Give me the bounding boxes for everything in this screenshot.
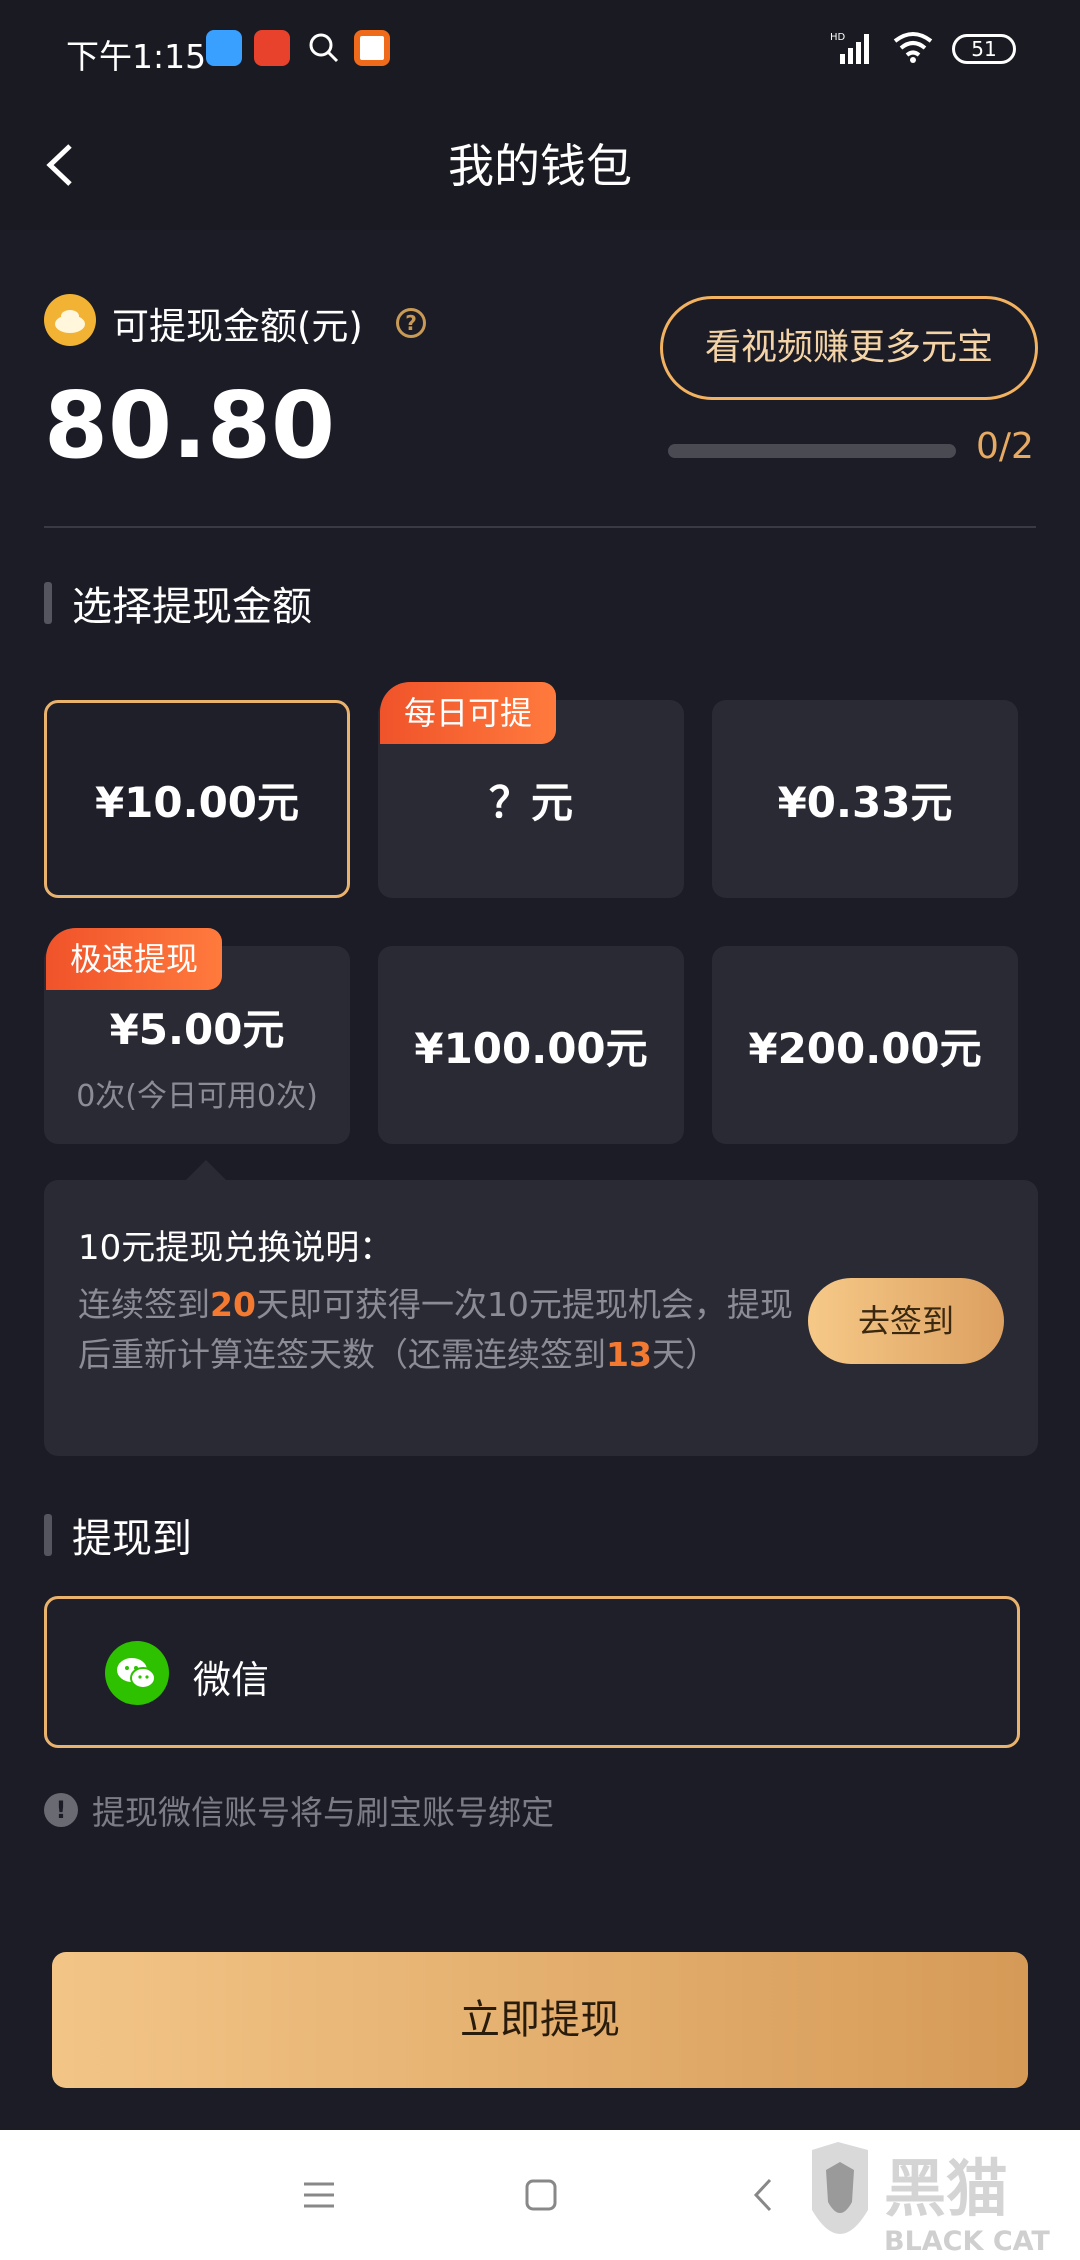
network-type-label: HD	[830, 32, 846, 43]
app-notification-icon-red	[254, 30, 290, 66]
balance-value: 80.80	[44, 372, 336, 479]
header: 我的钱包	[0, 100, 1080, 230]
warning-icon: !	[44, 1793, 78, 1827]
amount-option-value: ？元	[488, 777, 573, 827]
svg-text:黑猫: 黑猫	[884, 2152, 1008, 2225]
explanation-text: 连续签到20天即可获得一次10元提现机会，提现后重新计算连签天数（还需连续签到1…	[78, 1280, 798, 1380]
status-indicators: HD 51	[830, 30, 1016, 68]
status-time: 下午1:15	[66, 37, 207, 76]
divider	[44, 526, 1036, 528]
explanation-text-part: 连续签到	[78, 1285, 210, 1324]
amount-option-value: ¥10.00元	[94, 777, 300, 827]
heading-marker	[44, 1514, 52, 1556]
amount-option-usage: 0次(今日可用0次)	[76, 1078, 318, 1114]
coin-icon	[44, 294, 96, 346]
amount-option-200[interactable]: ¥200.00元	[712, 946, 1018, 1144]
app-notification-icon-blue	[206, 30, 242, 66]
amount-option-value: ¥100.00元	[414, 1023, 648, 1073]
amount-option-value: ¥0.33元	[777, 777, 953, 827]
app-notification-icon-orange	[354, 30, 390, 66]
amount-option-value: ¥200.00元	[748, 1023, 982, 1073]
select-amount-heading: 选择提现金额	[44, 574, 312, 632]
daily-withdraw-tag: 每日可提	[380, 682, 557, 744]
wechat-payment-option[interactable]: 微信	[44, 1596, 1020, 1748]
amount-option-0-33[interactable]: ¥0.33元	[712, 700, 1018, 898]
video-progress-text: 0/2	[976, 426, 1034, 467]
days-required: 20	[210, 1285, 256, 1324]
signal-icon: HD	[830, 30, 874, 68]
withdraw-to-heading: 提现到	[44, 1506, 192, 1564]
binding-notice: ! 提现微信账号将与刷宝账号绑定	[44, 1786, 554, 1834]
search-icon	[306, 30, 342, 66]
video-progress-bar	[668, 444, 956, 458]
amount-option-value: ¥5.00元	[109, 1004, 285, 1054]
amount-option-100[interactable]: ¥100.00元	[378, 946, 684, 1144]
wechat-label: 微信	[193, 1658, 270, 1702]
wechat-icon	[105, 1641, 169, 1705]
explanation-pointer	[184, 1160, 228, 1182]
home-icon[interactable]	[514, 2168, 568, 2222]
fast-withdraw-tag: 极速提现	[46, 928, 223, 990]
svg-text:BLACK CAT: BLACK CAT	[884, 2226, 1050, 2257]
balance-label: 可提现金额(元)	[112, 305, 363, 348]
binding-notice-text: 提现微信账号将与刷宝账号绑定	[92, 1793, 554, 1832]
black-cat-watermark-logo: 黑猫 BLACK CAT	[808, 2140, 1080, 2260]
explanation-text-part: 天）	[651, 1335, 718, 1374]
explanation-title: 10元提现兑换说明：	[78, 1228, 394, 1268]
signin-button[interactable]: 去签到	[808, 1278, 1004, 1364]
page-title: 我的钱包	[448, 139, 632, 193]
days-remaining: 13	[606, 1335, 652, 1374]
help-icon[interactable]: ?	[396, 308, 426, 338]
withdraw-now-button[interactable]: 立即提现	[52, 1952, 1028, 2088]
heading-marker	[44, 582, 52, 624]
select-amount-title: 选择提现金额	[72, 584, 312, 630]
amount-option-10[interactable]: ¥10.00元	[44, 700, 350, 898]
wifi-icon	[892, 31, 934, 67]
battery-indicator: 51	[952, 34, 1016, 64]
withdraw-to-title: 提现到	[72, 1516, 192, 1562]
watch-video-button[interactable]: 看视频赚更多元宝	[660, 296, 1038, 400]
explanation-box: 10元提现兑换说明： 连续签到20天即可获得一次10元提现机会，提现后重新计算连…	[44, 1180, 1038, 1456]
system-back-icon[interactable]	[738, 2168, 792, 2222]
menu-icon[interactable]	[292, 2168, 346, 2222]
status-bar: 下午1:15 HD 51	[0, 0, 1080, 100]
